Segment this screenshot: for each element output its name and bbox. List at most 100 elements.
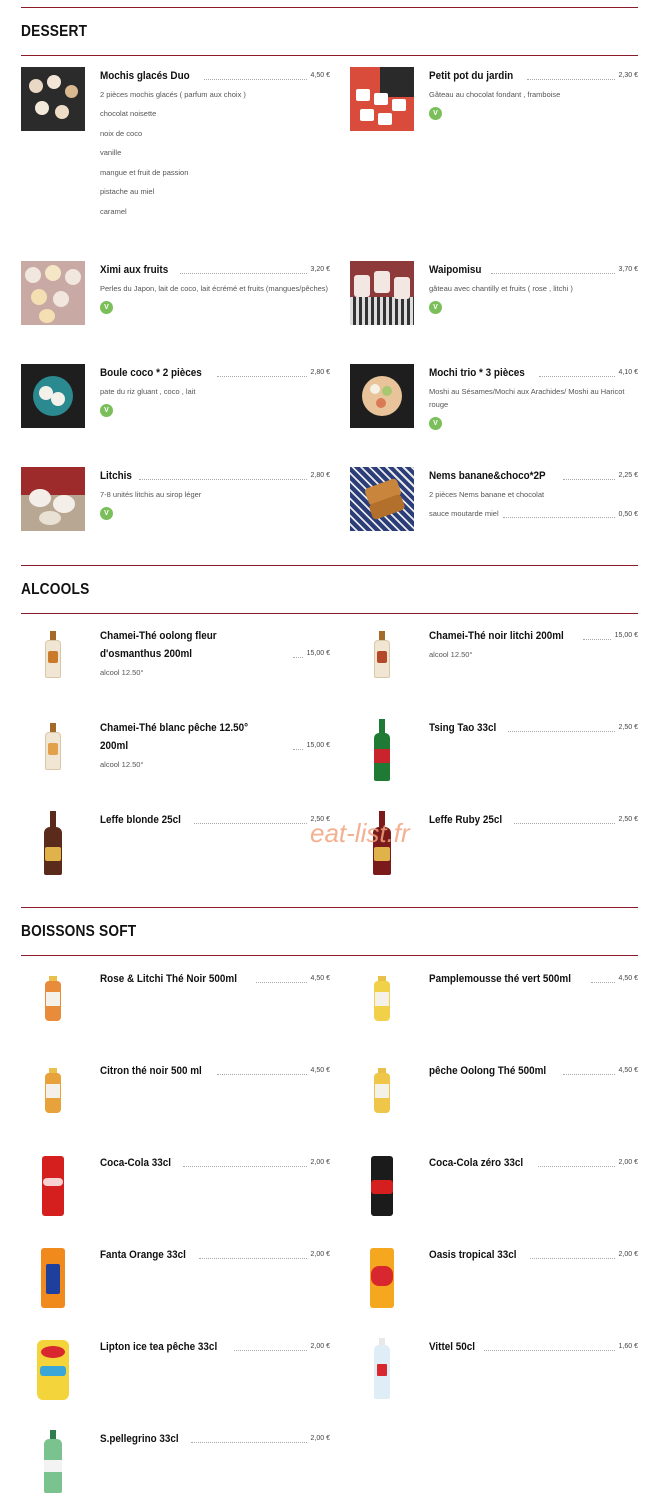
item-name: Mochi trio * 3 pièces	[429, 367, 525, 379]
section-title: BOISSONS SOFT	[21, 923, 137, 940]
menu-item[interactable]: Lipton ice tea pêche 33cl 2,00 €	[21, 1338, 350, 1430]
item-price: 2,25 €	[618, 472, 638, 479]
item-price: 2,50 €	[618, 724, 638, 731]
item-name: Petit pot du jardin	[429, 70, 514, 82]
item-name: Coca-Cola 33cl	[100, 1157, 171, 1169]
item-price: 4,50 €	[310, 72, 330, 79]
menu-item[interactable]: pêche Oolong Thé 500ml 4,50 €	[350, 1062, 638, 1154]
menu-item[interactable]: Fanta Orange 33cl 2,00 €	[21, 1246, 350, 1338]
section-divider	[21, 955, 638, 956]
item-photo	[350, 1338, 414, 1402]
item-photo	[350, 719, 414, 783]
menu-item[interactable]: Mochis glacés Duo 4,50 € 2 pièces mochis …	[21, 67, 350, 261]
item-price: 2,00 €	[310, 1159, 330, 1166]
item-description: 7-8 unités litchis au sirop léger	[100, 490, 202, 499]
item-price: 2,80 €	[310, 369, 330, 376]
menu-item[interactable]: Nems banane&choco*2P 2,25 € 2 pièces Nems…	[350, 467, 638, 565]
menu-item[interactable]: Vittel 50cl 1,60 €	[350, 1338, 638, 1430]
menu-item[interactable]: Rose & Litchi Thé Noir 500ml 4,50 €	[21, 970, 350, 1062]
menu-item[interactable]: Litchis 2,80 € 7-8 unités litchis au siro…	[21, 467, 350, 565]
item-price: 15,00 €	[306, 742, 330, 749]
vegetarian-icon: V	[429, 301, 442, 314]
item-price: 3,20 €	[310, 266, 330, 273]
section-divider	[21, 613, 638, 614]
item-photo	[21, 1246, 85, 1310]
menu-item[interactable]: Coca-Cola zéro 33cl 2,00 €	[350, 1154, 638, 1246]
item-name: Rose & Litchi Thé Noir 500ml	[100, 973, 237, 985]
item-price: 15,00 €	[614, 632, 638, 639]
section-header-alcools: ALCOOLS	[21, 566, 638, 613]
item-name: Litchis	[100, 470, 132, 482]
menu-item[interactable]: Coca-Cola 33cl 2,00 €	[21, 1154, 350, 1246]
item-name: Lipton ice tea pêche 33cl	[100, 1341, 218, 1353]
item-price: 4,50 €	[618, 975, 638, 982]
section-divider	[21, 55, 638, 56]
item-name: Leffe blonde 25cl	[100, 814, 181, 826]
extra-price: 0,50 €	[618, 510, 638, 518]
item-name: Citron thé noir 500 ml	[100, 1065, 202, 1077]
item-price: 2,00 €	[618, 1251, 638, 1258]
item-extra-option[interactable]: sauce moutarde miel 0,50 €	[429, 504, 638, 524]
item-photo	[350, 67, 414, 131]
item-price: 2,00 €	[310, 1251, 330, 1258]
item-photo	[350, 970, 414, 1034]
item-option[interactable]: caramel	[100, 202, 350, 222]
item-description: 2 pièces Nems banane et chocolat	[429, 490, 545, 499]
item-photo	[21, 261, 85, 325]
item-photo	[350, 467, 414, 531]
item-price: 4,50 €	[618, 1067, 638, 1074]
menu-item[interactable]: S.pellegrino 33cl 2,00 €	[21, 1430, 350, 1500]
item-photo	[350, 627, 414, 691]
item-option[interactable]: pistache au miel	[100, 182, 350, 202]
menu-item[interactable]: Chamei-Thé oolong fleur d'osmanthus 200m…	[21, 627, 350, 719]
vegetarian-icon: V	[429, 107, 442, 120]
menu-item[interactable]: Chamei-Thé blanc pêche 12.50° 200ml 15,00…	[21, 719, 350, 811]
item-description: gâteau avec chantilly et fruits ( rose ,…	[429, 284, 573, 293]
item-name: Chamei-Thé blanc pêche 12.50° 200ml	[100, 722, 249, 752]
item-option[interactable]: vanille	[100, 143, 350, 163]
item-option[interactable]: noix de coco	[100, 124, 350, 144]
item-option[interactable]: mangue et fruit de passion	[100, 163, 350, 183]
menu-item[interactable]: Petit pot du jardin 2,30 € Gâteau au choc…	[350, 67, 638, 261]
menu-item[interactable]: Mochi trio * 3 pièces 4,10 € Moshi au Sés…	[350, 364, 638, 467]
menu-item[interactable]: Ximi aux fruits 3,20 € Perles du Japon, l…	[21, 261, 350, 364]
item-photo	[21, 467, 85, 531]
menu-item[interactable]: Chamei-Thé noir litchi 200ml 15,00 € alco…	[350, 627, 638, 719]
section-title: DESSERT	[21, 23, 88, 40]
item-photo	[21, 719, 85, 783]
item-photo	[21, 364, 85, 428]
section-header-dessert: DESSERT	[21, 8, 638, 55]
menu-item[interactable]: Leffe blonde 25cl 2,50 €	[21, 811, 350, 904]
item-price: 2,30 €	[618, 72, 638, 79]
menu-item[interactable]: Tsing Tao 33cl 2,50 €	[350, 719, 638, 811]
item-price: 4,50 €	[310, 1067, 330, 1074]
menu-item[interactable]: Waipomisu 3,70 € gâteau avec chantilly et…	[350, 261, 638, 364]
item-description: alcool 12.50°	[429, 650, 473, 659]
section-header-soft: BOISSONS SOFT	[21, 908, 638, 955]
item-name: Chamei-Thé oolong fleur d'osmanthus 200m…	[100, 630, 217, 660]
menu-item[interactable]: Pamplemousse thé vert 500ml 4,50 €	[350, 970, 638, 1062]
alcools-grid: Chamei-Thé oolong fleur d'osmanthus 200m…	[21, 627, 638, 904]
item-option[interactable]: chocolat noisette	[100, 104, 350, 124]
menu-item[interactable]: Oasis tropical 33cl 2,00 €	[350, 1246, 638, 1338]
vegetarian-icon: V	[429, 417, 442, 430]
vegetarian-icon: V	[100, 301, 113, 314]
item-name: pêche Oolong Thé 500ml	[429, 1065, 547, 1077]
menu-item[interactable]: Citron thé noir 500 ml 4,50 €	[21, 1062, 350, 1154]
section-title: ALCOOLS	[21, 581, 90, 598]
item-name: Boule coco * 2 pièces	[100, 367, 202, 379]
item-name: Leffe Ruby 25cl	[429, 814, 503, 826]
item-name: Tsing Tao 33cl	[429, 722, 497, 734]
item-description: alcool 12.50°	[100, 668, 144, 677]
watermark: eat-list.fr	[310, 818, 410, 848]
item-photo	[21, 1430, 85, 1494]
item-name: Pamplemousse thé vert 500ml	[429, 973, 571, 985]
item-photo	[21, 1338, 85, 1402]
soft-grid: Rose & Litchi Thé Noir 500ml 4,50 € Pampl…	[21, 970, 638, 1500]
item-description: alcool 12.50°	[100, 760, 144, 769]
item-price: 4,50 €	[310, 975, 330, 982]
menu-item[interactable]: Boule coco * 2 pièces 2,80 € pate du riz …	[21, 364, 350, 467]
item-description: Gâteau au chocolat fondant , framboise	[429, 90, 561, 99]
item-description: Perles du Japon, lait de coco, lait écré…	[100, 284, 329, 293]
menu-page: DESSERT Mochis glacés Duo 4,50 € 2 pièces…	[21, 0, 638, 1500]
